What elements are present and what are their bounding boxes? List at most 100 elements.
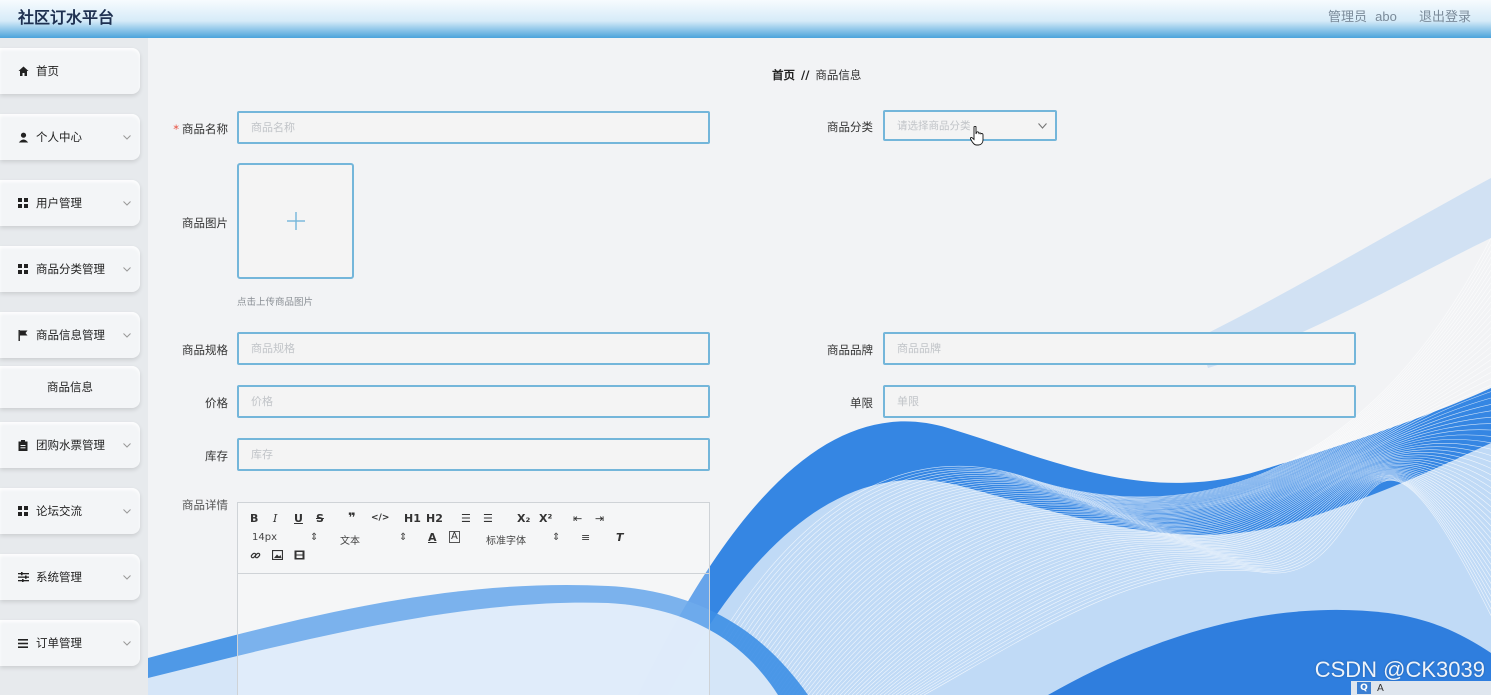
sidebar: 首页 个人中心 用户管理 商品分类管理 商品信息管理 商品信息 团购水票管理 论…: [0, 38, 148, 695]
user-role: 管理员: [1327, 10, 1367, 25]
category-label: 商品分类: [827, 120, 873, 134]
font-family-select[interactable]: 标准字体: [486, 532, 526, 547]
bold-button[interactable]: B: [250, 512, 258, 525]
sidebar-item-group-ticket-management[interactable]: 团购水票管理: [0, 422, 140, 468]
chevron-down-icon: [123, 134, 131, 140]
superscript-button[interactable]: X²: [539, 512, 552, 525]
grid-icon: [16, 198, 30, 208]
upload-tip: 点击上传商品图片: [237, 297, 314, 308]
breadcrumb-current: 商品信息: [815, 68, 862, 82]
editor-toolbar: B I U S ❞ </> H1 H2 ☰ ☰ X₂ X² ⇤ ⇥ 14px ⇕…: [238, 503, 709, 574]
link-icon[interactable]: [250, 550, 261, 564]
product-name-label: * 商品名称: [168, 121, 228, 137]
h2-button[interactable]: H2: [426, 512, 443, 525]
underline-button[interactable]: U: [294, 512, 303, 525]
strike-button[interactable]: S: [316, 512, 324, 525]
list-icon: [16, 638, 30, 648]
font-color-icon[interactable]: A: [428, 531, 437, 544]
product-name-label-text: 商品名称: [182, 122, 228, 136]
image-icon[interactable]: [271, 549, 284, 563]
image-upload-box[interactable]: [237, 163, 354, 279]
chevron-down-icon: [123, 332, 131, 338]
ordered-list-icon[interactable]: ☰: [461, 512, 471, 525]
category-select-placeholder: 请选择商品分类: [897, 120, 971, 132]
paragraph-select[interactable]: 文本: [340, 532, 360, 547]
system-tray: Q A: [1351, 681, 1491, 695]
sidebar-item-forum[interactable]: 论坛交流: [0, 488, 140, 534]
sidebar-item-system-management[interactable]: 系统管理: [0, 554, 140, 600]
limit-input[interactable]: [883, 385, 1356, 418]
sidebar-item-user-management[interactable]: 用户管理: [0, 180, 140, 226]
blockquote-button[interactable]: ❞: [348, 511, 356, 526]
sliders-icon: [16, 572, 30, 582]
user-name: abo: [1375, 9, 1397, 24]
sidebar-item-product-management[interactable]: 商品信息管理: [0, 312, 140, 358]
rich-text-editor: B I U S ❞ </> H1 H2 ☰ ☰ X₂ X² ⇤ ⇥ 14px ⇕…: [237, 502, 710, 695]
detail-label: 商品详情: [182, 498, 228, 512]
sidebar-item-label: 商品信息管理: [36, 328, 105, 342]
chevron-down-icon: [123, 574, 131, 580]
outdent-icon[interactable]: ⇤: [573, 512, 582, 525]
required-mark: *: [173, 122, 179, 136]
sidebar-item-personal-center[interactable]: 个人中心: [0, 114, 140, 160]
clear-format-icon[interactable]: T: [616, 531, 624, 544]
product-name-input[interactable]: [237, 111, 710, 144]
chevron-down-icon: [123, 442, 131, 448]
select-arrows-icon: ⇕: [552, 532, 561, 543]
italic-button[interactable]: I: [273, 512, 277, 525]
chevron-down-icon: [123, 508, 131, 514]
app-title: 社区订水平台: [18, 8, 115, 27]
sidebar-item-label: 论坛交流: [36, 504, 82, 518]
chevron-down-icon: [123, 200, 131, 206]
sidebar-item-category-management[interactable]: 商品分类管理: [0, 246, 140, 292]
product-image-label: 商品图片: [182, 216, 228, 230]
code-button[interactable]: </>: [371, 513, 389, 523]
top-bar: 社区订水平台 管理员 abo 退出登录: [0, 0, 1491, 38]
user-area: 管理员 abo 退出登录: [1324, 6, 1471, 25]
spec-input[interactable]: [237, 332, 710, 365]
logout-link[interactable]: 退出登录: [1419, 10, 1471, 25]
sidebar-item-label: 商品信息: [47, 380, 93, 394]
sidebar-item-label: 商品分类管理: [36, 262, 105, 276]
select-arrows-icon: ⇕: [310, 532, 319, 543]
align-icon[interactable]: ≡: [581, 531, 590, 544]
bullet-list-icon[interactable]: ☰: [483, 512, 493, 525]
select-arrows-icon: ⇕: [399, 532, 408, 543]
brand-input[interactable]: [883, 332, 1356, 365]
ime-icon: Q: [1357, 682, 1371, 694]
spec-label: 商品规格: [182, 343, 228, 357]
brand-label: 商品品牌: [827, 343, 873, 357]
watermark: CSDN @CK3039: [1314, 657, 1485, 682]
grid-icon: [16, 264, 30, 274]
indent-icon[interactable]: ⇥: [595, 512, 604, 525]
breadcrumb-home[interactable]: 首页: [772, 68, 795, 82]
sidebar-item-order-management[interactable]: 订单管理: [0, 620, 140, 666]
chevron-down-icon: [123, 640, 131, 646]
sidebar-item-label: 用户管理: [36, 196, 82, 210]
sidebar-item-label: 订单管理: [36, 636, 82, 650]
ime-mode-icon: A: [1377, 682, 1384, 694]
video-icon[interactable]: [294, 550, 305, 563]
sidebar-item-label: 系统管理: [36, 570, 82, 584]
hand-cursor-icon: [970, 126, 984, 146]
chevron-down-icon: [123, 266, 131, 272]
stock-input[interactable]: [237, 438, 710, 471]
sidebar-item-label: 团购水票管理: [36, 438, 105, 452]
breadcrumb-separator: //: [801, 68, 810, 82]
home-icon: [16, 66, 30, 77]
sidebar-subitem-product-info[interactable]: 商品信息: [0, 366, 140, 408]
price-input[interactable]: [237, 385, 710, 418]
breadcrumb: 首页 // 商品信息: [772, 67, 861, 83]
font-size-select[interactable]: 14px: [252, 532, 277, 543]
limit-label: 单限: [850, 396, 873, 410]
price-label: 价格: [205, 396, 228, 410]
subscript-button[interactable]: X₂: [517, 512, 530, 525]
stock-label: 库存: [205, 449, 228, 463]
user-icon: [16, 132, 30, 143]
h1-button[interactable]: H1: [404, 512, 421, 525]
flag-icon: [16, 329, 30, 341]
grid-icon: [16, 506, 30, 516]
main-content: 首页 // 商品信息 *商品名称 商品分类 请选择商品分类 商品图片 点击上传商品图…: [148, 38, 1491, 695]
background-color-icon[interactable]: A: [449, 531, 460, 543]
sidebar-item-home[interactable]: 首页: [0, 48, 140, 94]
